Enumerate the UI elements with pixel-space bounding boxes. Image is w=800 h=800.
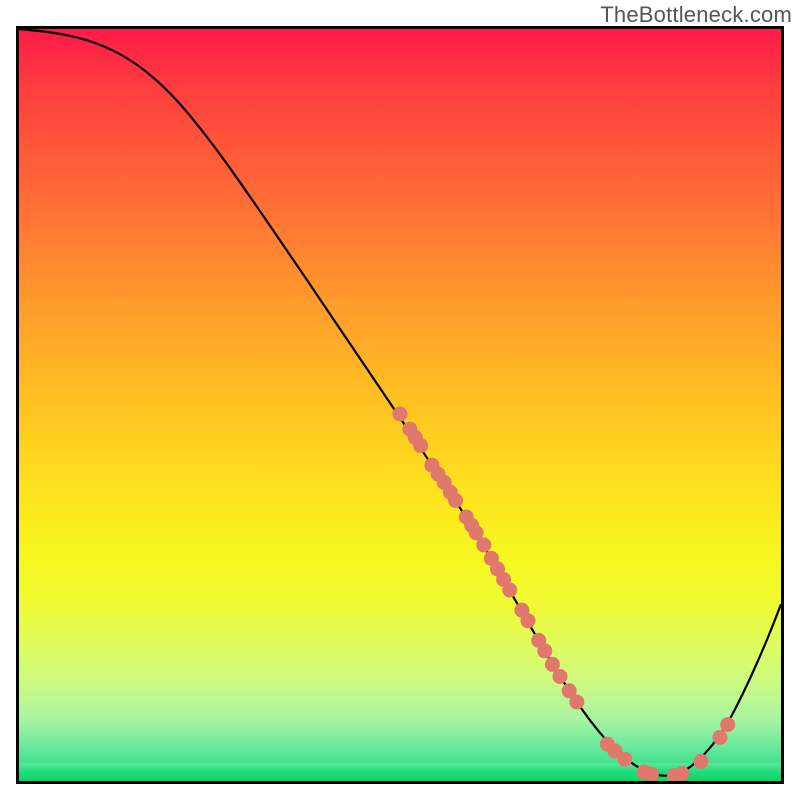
scatter-point — [720, 717, 735, 732]
scatter-point — [553, 669, 568, 684]
chart-svg — [19, 29, 781, 781]
scatter-point — [393, 407, 408, 422]
scatter-point — [413, 438, 428, 453]
scatter-point — [617, 752, 632, 767]
scatter-point — [537, 643, 552, 658]
chart-container: TheBottleneck.com — [0, 0, 800, 800]
watermark-label: TheBottleneck.com — [600, 2, 792, 28]
bottleneck-curve-path — [19, 29, 781, 776]
scatter-point — [694, 754, 709, 769]
scatter-group — [393, 407, 736, 782]
scatter-point — [644, 767, 659, 781]
scatter-point — [521, 613, 536, 628]
scatter-point — [448, 493, 463, 508]
scatter-point — [713, 730, 728, 745]
scatter-point — [502, 583, 517, 598]
plot-area — [16, 26, 784, 784]
scatter-point — [569, 695, 584, 710]
scatter-point — [674, 766, 689, 781]
scatter-point — [476, 537, 491, 552]
